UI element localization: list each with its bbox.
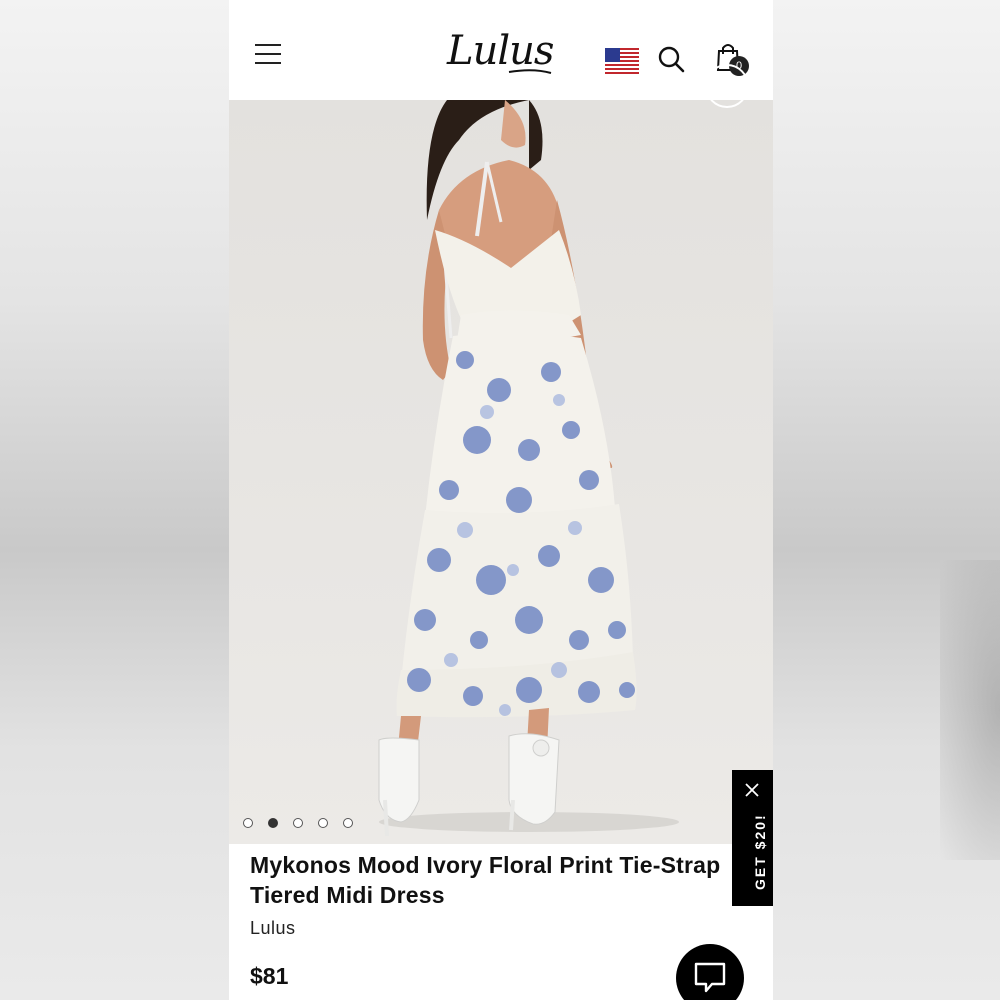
- right-blurred-background: [773, 0, 1000, 1000]
- left-blurred-background: [0, 0, 229, 1000]
- gallery-dot-4[interactable]: [318, 818, 328, 828]
- product-price: $81: [250, 963, 289, 989]
- gallery-dot-3[interactable]: [293, 818, 303, 828]
- menu-icon: [255, 44, 281, 46]
- gallery-dot-2[interactable]: [268, 818, 278, 828]
- phone-screen: Lulus 0 Mykonos Mood Ivory Floral Print …: [229, 0, 773, 1000]
- gallery-dot-1[interactable]: [243, 818, 253, 828]
- close-icon[interactable]: [744, 782, 760, 798]
- chat-icon: [694, 962, 726, 993]
- menu-button[interactable]: [255, 44, 285, 70]
- gallery-dots: [243, 818, 353, 828]
- logo-underline-icon: [508, 69, 552, 74]
- lulus-logo[interactable]: Lulus: [447, 28, 557, 80]
- promo-label: GET $20!: [752, 813, 768, 890]
- promo-tab[interactable]: GET $20!: [732, 770, 773, 906]
- search-icon: [658, 46, 685, 73]
- site-header: Lulus 0: [229, 0, 773, 101]
- product-image[interactable]: [229, 64, 773, 844]
- us-flag-icon[interactable]: [605, 48, 639, 74]
- chat-button[interactable]: [676, 944, 744, 1000]
- gallery-dot-5[interactable]: [343, 818, 353, 828]
- product-title: Mykonos Mood Ivory Floral Print Tie-Stra…: [250, 852, 721, 908]
- model-photo: [378, 100, 679, 837]
- search-button[interactable]: [657, 45, 685, 73]
- product-brand[interactable]: Lulus: [250, 918, 296, 939]
